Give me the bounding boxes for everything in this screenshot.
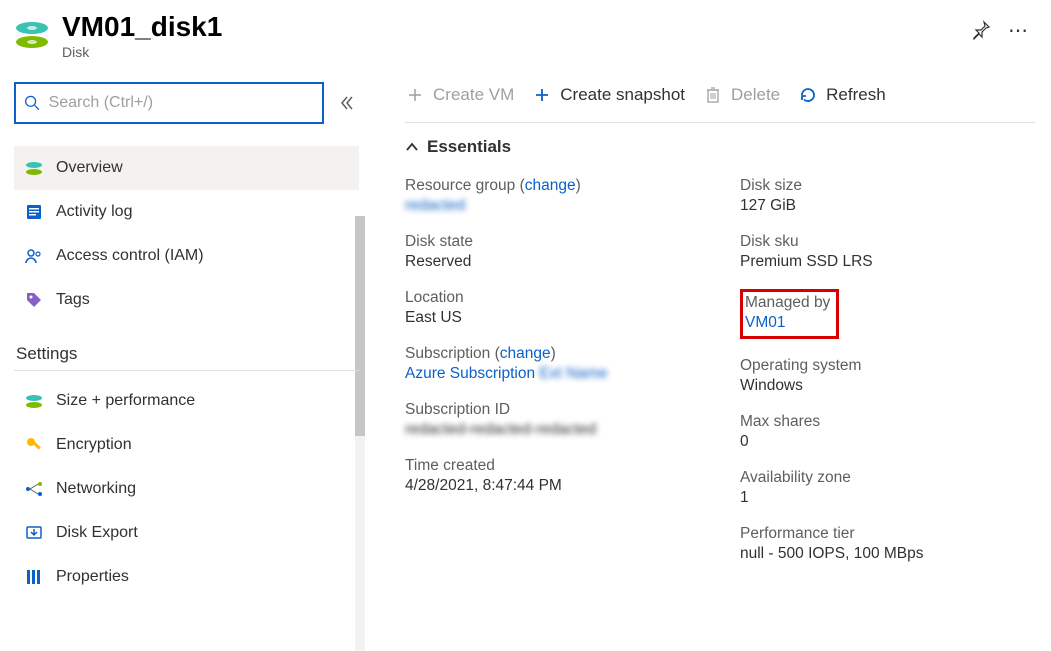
button-label: Delete xyxy=(731,85,780,105)
os-label: Operating system xyxy=(740,357,1035,375)
resource-group-label: Resource group xyxy=(405,177,515,194)
key-icon xyxy=(22,433,46,457)
sidebar-item-activity-log[interactable]: Activity log xyxy=(14,190,359,234)
essentials-label: Essentials xyxy=(427,137,511,157)
more-actions-button[interactable]: ⋯ xyxy=(1007,18,1031,42)
location-value: East US xyxy=(405,309,700,327)
disk-state-value: Reserved xyxy=(405,253,700,271)
refresh-icon xyxy=(798,85,818,105)
time-created-value: 4/28/2021, 8:47:44 PM xyxy=(405,477,700,495)
performance-tier-label: Performance tier xyxy=(740,525,1035,543)
subscription-extra: Ext Name xyxy=(539,365,607,383)
essentials-left-col: Resource group (change) redacted Disk st… xyxy=(405,177,700,581)
sidebar-item-encryption[interactable]: Encryption xyxy=(14,423,359,467)
time-created-label: Time created xyxy=(405,457,700,475)
managed-by-link[interactable]: VM01 xyxy=(745,314,786,331)
disk-icon xyxy=(22,389,46,413)
availability-zone-value: 1 xyxy=(740,489,1035,507)
sidebar-item-disk-export[interactable]: Disk Export xyxy=(14,511,359,555)
chevron-up-icon xyxy=(405,140,419,154)
sidebar-item-label: Activity log xyxy=(56,203,132,221)
managed-by-highlight: Managed by VM01 xyxy=(740,289,839,339)
log-icon xyxy=(22,200,46,224)
disk-size-label: Disk size xyxy=(740,177,1035,195)
plus-icon xyxy=(532,85,552,105)
subscription-id-label: Subscription ID xyxy=(405,401,700,419)
sidebar-divider xyxy=(14,370,359,371)
page-header: VM01_disk1 Disk ⋯ xyxy=(0,0,1051,66)
people-icon xyxy=(22,244,46,268)
network-icon xyxy=(22,477,46,501)
command-bar: Create VM Create snapshot Delete Refresh xyxy=(405,80,1035,110)
resource-group-change-link[interactable]: change xyxy=(525,177,576,194)
managed-by-label: Managed by xyxy=(745,294,830,312)
trash-icon xyxy=(703,85,723,105)
sidebar-item-networking[interactable]: Networking xyxy=(14,467,359,511)
sidebar-item-label: Disk Export xyxy=(56,524,138,542)
refresh-button[interactable]: Refresh xyxy=(798,85,886,105)
export-icon xyxy=(22,521,46,545)
sidebar: Overview Activity log Access control (IA… xyxy=(0,66,365,647)
sidebar-item-size-performance[interactable]: Size + performance xyxy=(14,379,359,423)
disk-state-label: Disk state xyxy=(405,233,700,251)
sidebar-item-label: Properties xyxy=(56,568,129,586)
resource-group-value[interactable]: redacted xyxy=(405,197,465,215)
sidebar-item-label: Overview xyxy=(56,159,123,177)
disk-sku-label: Disk sku xyxy=(740,233,1035,251)
sidebar-item-access-control[interactable]: Access control (IAM) xyxy=(14,234,359,278)
os-value: Windows xyxy=(740,377,1035,395)
subscription-value[interactable]: Azure Subscription xyxy=(405,365,535,382)
sidebar-item-label: Access control (IAM) xyxy=(56,247,204,265)
toolbar-divider xyxy=(405,122,1035,123)
button-label: Create VM xyxy=(433,85,514,105)
create-snapshot-button[interactable]: Create snapshot xyxy=(532,85,685,105)
disk-sku-value: Premium SSD LRS xyxy=(740,253,1035,271)
availability-zone-label: Availability zone xyxy=(740,469,1035,487)
sidebar-section-settings: Settings xyxy=(14,344,359,364)
plus-icon xyxy=(405,85,425,105)
location-label: Location xyxy=(405,289,700,307)
disk-icon xyxy=(22,156,46,180)
main-content: Create VM Create snapshot Delete Refresh xyxy=(365,66,1051,647)
search-input[interactable] xyxy=(47,93,314,113)
performance-tier-value: null - 500 IOPS, 100 MBps xyxy=(740,545,1035,563)
essentials-right-col: Disk size 127 GiB Disk sku Premium SSD L… xyxy=(740,177,1035,581)
tag-icon xyxy=(22,288,46,312)
collapse-sidebar-button[interactable] xyxy=(336,92,358,114)
sidebar-item-label: Tags xyxy=(56,291,90,309)
page-title: VM01_disk1 xyxy=(62,10,969,44)
essentials-toggle[interactable]: Essentials xyxy=(405,137,1035,157)
subscription-label: Subscription xyxy=(405,345,490,362)
disk-size-value: 127 GiB xyxy=(740,197,1035,215)
sidebar-item-tags[interactable]: Tags xyxy=(14,278,359,322)
disk-resource-icon xyxy=(12,14,52,54)
search-box[interactable] xyxy=(14,82,324,124)
resource-type-label: Disk xyxy=(62,44,969,60)
delete-button: Delete xyxy=(703,85,780,105)
button-label: Refresh xyxy=(826,85,886,105)
properties-icon xyxy=(22,565,46,589)
sidebar-item-label: Networking xyxy=(56,480,136,498)
subscription-id-value: redacted-redacted-redacted xyxy=(405,421,596,439)
sidebar-item-label: Encryption xyxy=(56,436,132,454)
pin-button[interactable] xyxy=(969,18,993,42)
sidebar-item-properties[interactable]: Properties xyxy=(14,555,359,599)
subscription-change-link[interactable]: change xyxy=(500,345,551,362)
create-vm-button: Create VM xyxy=(405,85,514,105)
max-shares-label: Max shares xyxy=(740,413,1035,431)
button-label: Create snapshot xyxy=(560,85,685,105)
max-shares-value: 0 xyxy=(740,433,1035,451)
sidebar-item-overview[interactable]: Overview xyxy=(14,146,359,190)
sidebar-item-label: Size + performance xyxy=(56,392,195,410)
